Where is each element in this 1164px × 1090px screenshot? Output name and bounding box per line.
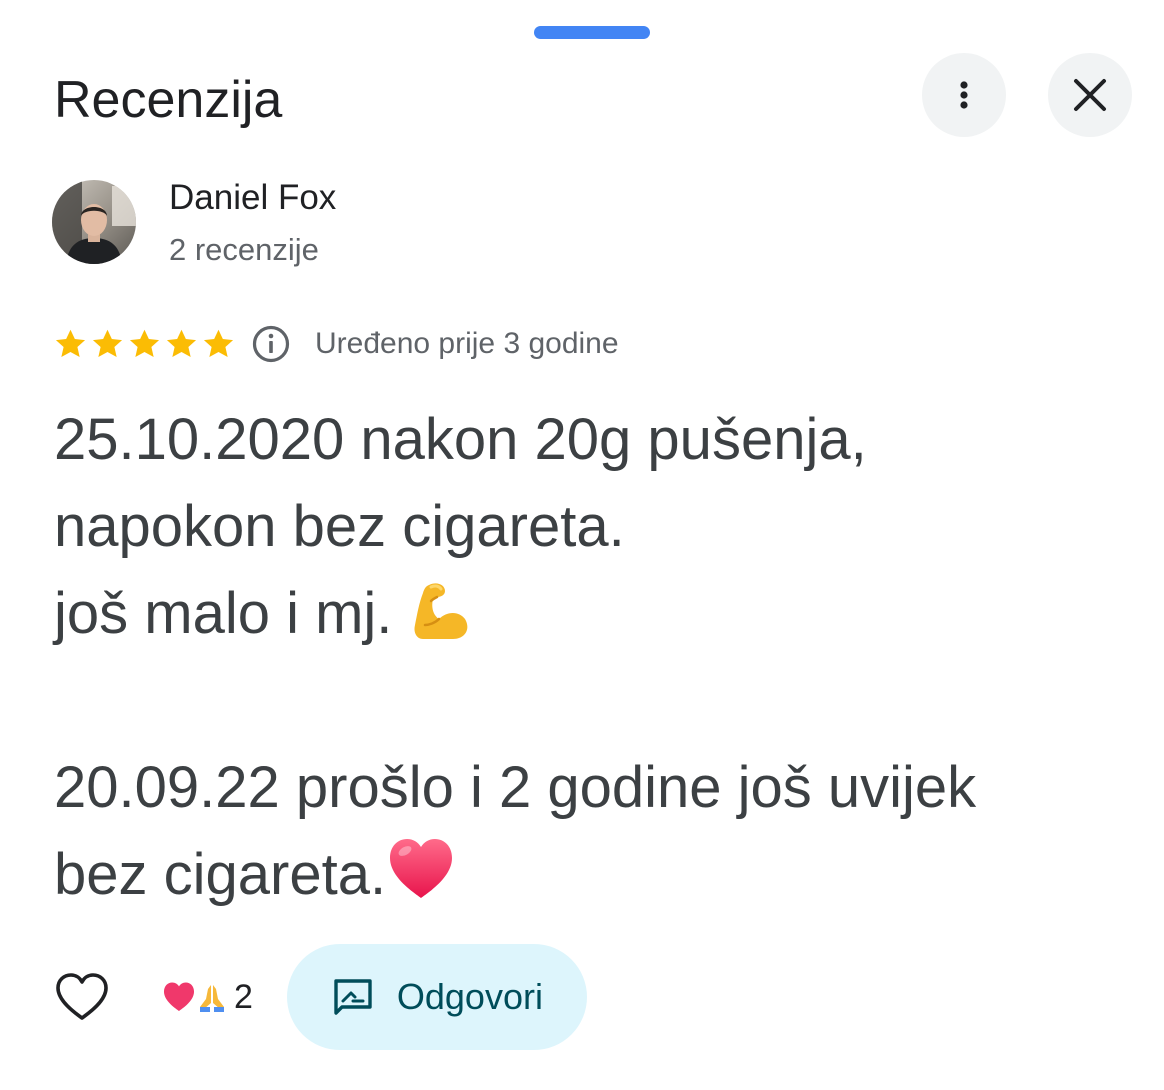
close-button[interactable] (1048, 53, 1132, 137)
star-icon (166, 329, 197, 358)
review-text: 25.10.2020 nakon 20g pušenja, napokon be… (54, 396, 1134, 918)
edited-timestamp: Uređeno prije 3 godine (315, 327, 619, 360)
author-review-count: 2 recenzije (169, 232, 319, 267)
more-options-button[interactable] (922, 53, 1006, 137)
review-actions: 2 Odgovori (54, 944, 587, 1050)
drag-handle[interactable] (534, 26, 650, 39)
rating-row: Uređeno prije 3 godine (52, 322, 619, 366)
more-vert-icon (960, 81, 968, 109)
reactions-summary[interactable]: 2 (162, 978, 253, 1017)
star-icon (203, 329, 234, 358)
star-rating (52, 326, 237, 362)
reply-button-label: Odgovori (396, 976, 543, 1017)
reply-button[interactable]: Odgovori (286, 944, 587, 1050)
info-icon[interactable] (251, 324, 291, 364)
heart-reaction-icon (163, 982, 195, 1012)
heart-outline-icon[interactable] (54, 972, 110, 1022)
reaction-count: 2 (234, 977, 253, 1016)
avatar[interactable] (52, 180, 136, 264)
star-icon (92, 329, 123, 358)
sheet-title: Recenzija (54, 71, 283, 129)
review-text-part2: 20.09.22 prošlo i 2 godine još uvijek be… (54, 755, 977, 907)
close-icon (1074, 79, 1106, 111)
red-heart-icon (390, 839, 453, 898)
star-icon (129, 329, 160, 358)
reply-comment-icon (334, 979, 372, 1015)
star-icon (55, 329, 86, 358)
author-name[interactable]: Daniel Fox (169, 178, 336, 218)
flexed-biceps-icon (413, 583, 467, 639)
folded-hands-icon (200, 985, 224, 1012)
